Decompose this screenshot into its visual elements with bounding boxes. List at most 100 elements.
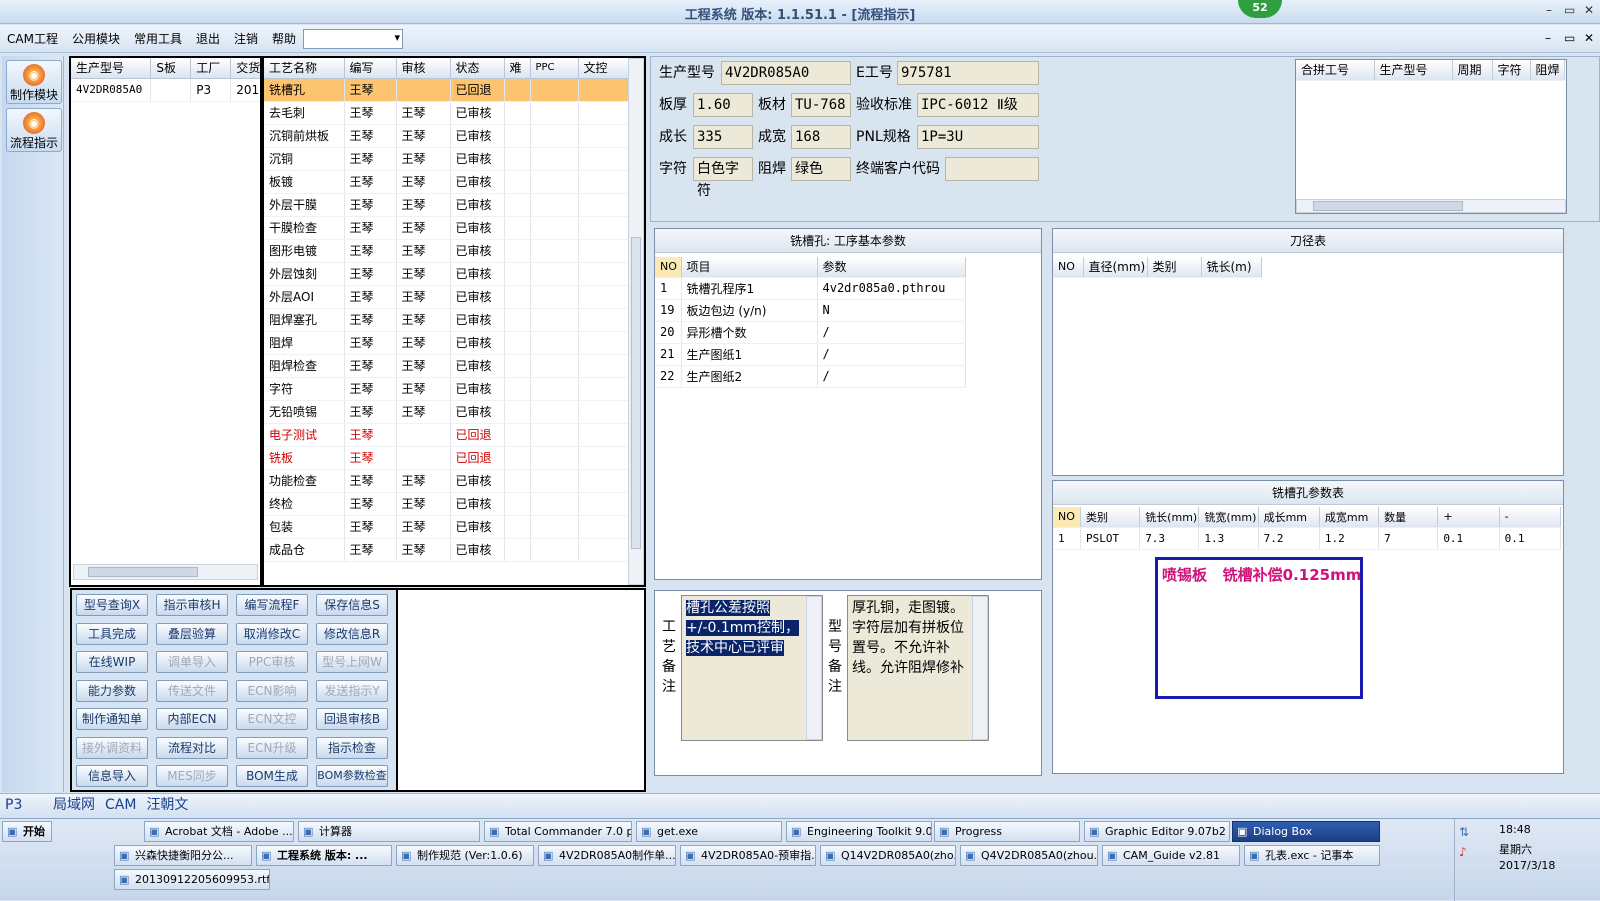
- taskbar-item[interactable]: Q14V2DR085A0(zho...: [820, 845, 956, 866]
- taskbar-item[interactable]: get.exe: [636, 821, 782, 842]
- menu-tools[interactable]: 常用工具: [127, 25, 189, 53]
- col-combine-model[interactable]: 生产型号: [1374, 60, 1453, 81]
- mask-field[interactable]: 绿色: [791, 157, 851, 181]
- toolbar-combo[interactable]: ▾: [303, 29, 403, 49]
- thickness-field[interactable]: 1.60: [693, 93, 753, 117]
- action-button-3[interactable]: 保存信息S: [316, 594, 388, 616]
- col-delivery[interactable]: 交货: [230, 58, 260, 79]
- table-row[interactable]: 图形电镀 王琴 王琴 已审核: [264, 239, 629, 263]
- mdi-minimize-button[interactable]: –: [1545, 31, 1551, 45]
- col-slot-7[interactable]: +: [1437, 507, 1500, 528]
- table-row[interactable]: 干膜检查 王琴 王琴 已审核: [264, 216, 629, 240]
- action-button-22[interactable]: ECN升级: [236, 736, 308, 759]
- length-field[interactable]: 335: [693, 125, 753, 149]
- col-process-name[interactable]: 工艺名称: [264, 58, 345, 79]
- table-row[interactable]: 包装 王琴 王琴 已审核: [264, 515, 629, 539]
- job-hscrollbar[interactable]: [73, 564, 258, 580]
- action-button-2[interactable]: 编写流程F: [236, 594, 308, 616]
- col-combine-cycle[interactable]: 周期: [1452, 60, 1493, 81]
- action-button-19[interactable]: 回退审核B: [316, 708, 388, 730]
- taskbar-item[interactable]: 孔表.exc - 记事本: [1244, 845, 1380, 866]
- taskbar-item[interactable]: Acrobat 文档 - Adobe ...: [144, 821, 294, 842]
- process-note-scrollbar[interactable]: [806, 596, 822, 740]
- col-no[interactable]: NO: [655, 257, 682, 278]
- action-button-25[interactable]: MES同步: [156, 765, 228, 787]
- module-make-button[interactable]: ◉ 制作模块: [6, 60, 62, 104]
- col-slot-2[interactable]: 铣长(mm): [1139, 507, 1200, 528]
- action-button-13[interactable]: 传送文件: [156, 679, 228, 702]
- table-row[interactable]: 4V2DR085A0 P3 201: [71, 78, 260, 102]
- table-row[interactable]: 19 板边包边 (y/n) N: [655, 299, 966, 322]
- col-status[interactable]: 状态: [450, 58, 505, 79]
- taskbar-item[interactable]: 20130912205609953.rtf...: [114, 869, 270, 890]
- action-button-17[interactable]: 内部ECN: [156, 708, 228, 730]
- table-row[interactable]: 铣板 王琴 已回退: [264, 446, 629, 470]
- col-slot-0[interactable]: NO: [1053, 507, 1081, 528]
- model-note-scrollbar[interactable]: [972, 596, 988, 740]
- table-row[interactable]: 板镀 王琴 王琴 已审核: [264, 170, 629, 194]
- process-vscrollbar[interactable]: [628, 58, 644, 585]
- col-slot-4[interactable]: 成长mm: [1258, 507, 1320, 528]
- table-row[interactable]: 铣槽孔 王琴 已回退: [264, 78, 629, 102]
- action-button-9[interactable]: 调单导入: [156, 651, 228, 673]
- action-button-23[interactable]: 指示检查: [316, 736, 388, 759]
- model-field[interactable]: 4V2DR085A0: [721, 61, 851, 85]
- volume-icon[interactable]: ♪: [1459, 845, 1467, 859]
- col-difficulty[interactable]: 难: [504, 58, 531, 79]
- taskbar-item[interactable]: Engineering Toolkit 9.0...: [786, 821, 932, 842]
- col-mill-length[interactable]: 铣长(m): [1201, 257, 1262, 278]
- action-button-16[interactable]: 制作通知单: [76, 708, 148, 730]
- taskbar-item[interactable]: CAM_Guide v2.81: [1102, 845, 1240, 866]
- action-button-1[interactable]: 指示审核H: [156, 594, 228, 616]
- action-button-21[interactable]: 流程对比: [156, 736, 228, 759]
- action-button-5[interactable]: 叠层验算: [156, 622, 228, 645]
- mdi-restore-button[interactable]: ▭: [1564, 31, 1575, 45]
- col-item[interactable]: 项目: [681, 257, 818, 278]
- table-row[interactable]: 外层蚀刻 王琴 王琴 已审核: [264, 262, 629, 286]
- table-row[interactable]: 成品仓 王琴 王琴 已审核: [264, 538, 629, 562]
- action-button-8[interactable]: 在线WIP: [76, 651, 148, 673]
- action-button-0[interactable]: 型号查询X: [76, 594, 148, 616]
- action-button-27[interactable]: BOM参数检查: [316, 765, 388, 787]
- material-field[interactable]: TU-768: [791, 93, 851, 117]
- action-button-7[interactable]: 修改信息R: [316, 622, 388, 645]
- taskbar-item[interactable]: 4V2DR085A0制作单...: [538, 845, 676, 866]
- table-row[interactable]: 1 铣槽孔程序1 4v2dr085a0.pthrou: [655, 277, 966, 300]
- close-button[interactable]: ✕: [1584, 3, 1594, 17]
- standard-field[interactable]: IPC-6012 Ⅱ级: [917, 93, 1039, 117]
- table-row[interactable]: 阻焊塞孔 王琴 王琴 已审核: [264, 308, 629, 332]
- col-reviewer[interactable]: 审核: [396, 58, 451, 79]
- maximize-button[interactable]: ▭: [1564, 3, 1575, 17]
- col-diameter[interactable]: 直径(mm): [1083, 257, 1148, 278]
- e-no-field[interactable]: 975781: [897, 61, 1039, 85]
- taskbar-item[interactable]: 工程系统 版本: ...: [256, 845, 392, 866]
- table-row[interactable]: 外层AOI 王琴 王琴 已审核: [264, 285, 629, 309]
- taskbar-item[interactable]: Total Commander 7.0 p...: [484, 821, 632, 842]
- action-button-10[interactable]: PPC审核: [236, 651, 308, 673]
- action-button-11[interactable]: 型号上网W: [316, 651, 388, 673]
- table-row[interactable]: 外层干膜 王琴 王琴 已审核: [264, 193, 629, 217]
- table-row[interactable]: 去毛刺 王琴 王琴 已审核: [264, 101, 629, 125]
- col-sboard[interactable]: S板: [150, 58, 192, 79]
- col-tool-no[interactable]: NO: [1053, 257, 1084, 278]
- action-button-6[interactable]: 取消修改C: [236, 622, 308, 645]
- col-ppc[interactable]: PPC: [530, 58, 579, 79]
- taskbar-item[interactable]: Q4V2DR085A0(zhou...: [960, 845, 1098, 866]
- customer-code-field[interactable]: [945, 157, 1039, 181]
- width-field[interactable]: 168: [791, 125, 851, 149]
- table-row[interactable]: 字符 王琴 王琴 已审核: [264, 377, 629, 401]
- menu-exit[interactable]: 退出: [189, 25, 227, 53]
- action-button-26[interactable]: BOM生成: [236, 765, 308, 787]
- col-slot-5[interactable]: 成宽mm: [1319, 507, 1380, 528]
- action-button-20[interactable]: 接外调资料: [76, 736, 148, 759]
- menu-logout[interactable]: 注销: [227, 25, 265, 53]
- action-button-14[interactable]: ECN影响: [236, 679, 308, 702]
- taskbar-item[interactable]: Progress: [934, 821, 1080, 842]
- table-row[interactable]: 1 PSLOT 7.3 1.3 7.2 1.2 7 0.1 0.1: [1053, 527, 1562, 550]
- action-button-12[interactable]: 能力参数: [76, 679, 148, 702]
- action-button-4[interactable]: 工具完成: [76, 622, 148, 645]
- col-model[interactable]: 生产型号: [71, 58, 152, 79]
- table-row[interactable]: 20 异形槽个数 /: [655, 321, 966, 344]
- taskbar-item[interactable]: 兴森快捷衡阳分公...: [114, 845, 252, 866]
- menu-public[interactable]: 公用模块: [65, 25, 127, 53]
